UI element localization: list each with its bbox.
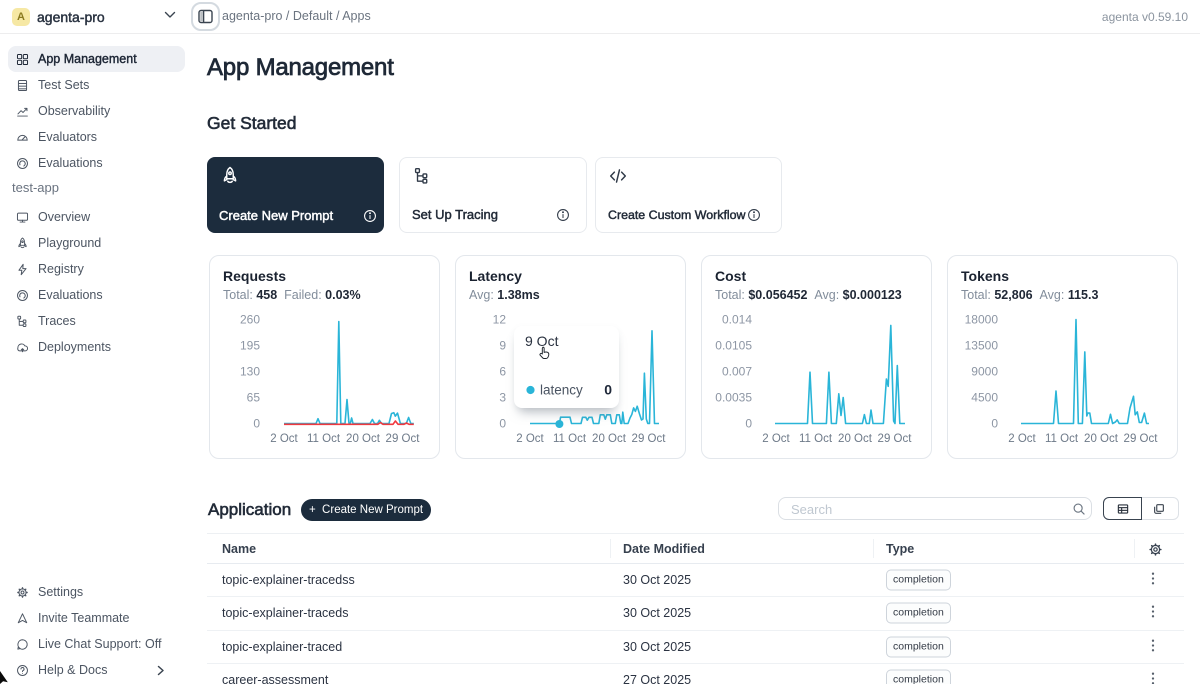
svg-text:0: 0 bbox=[499, 417, 506, 431]
svg-text:29 Oct: 29 Oct bbox=[1124, 433, 1159, 445]
svg-text:18000: 18000 bbox=[965, 313, 999, 327]
svg-text:9000: 9000 bbox=[971, 365, 998, 379]
svg-text:29 Oct: 29 Oct bbox=[386, 433, 421, 445]
svg-text:0: 0 bbox=[253, 417, 260, 431]
svg-text:29 Oct: 29 Oct bbox=[632, 433, 667, 445]
svg-text:0: 0 bbox=[991, 417, 998, 431]
svg-text:4500: 4500 bbox=[971, 391, 998, 405]
svg-text:65: 65 bbox=[247, 391, 261, 405]
svg-text:11 Oct: 11 Oct bbox=[553, 433, 587, 445]
svg-text:0: 0 bbox=[604, 382, 612, 398]
svg-text:20 Oct: 20 Oct bbox=[838, 433, 873, 445]
svg-text:2 Oct: 2 Oct bbox=[1008, 433, 1036, 445]
svg-text:130: 130 bbox=[240, 365, 260, 379]
svg-text:11 Oct: 11 Oct bbox=[307, 433, 341, 445]
svg-text:3: 3 bbox=[499, 391, 506, 405]
svg-text:2 Oct: 2 Oct bbox=[516, 433, 544, 445]
svg-text:0.0105: 0.0105 bbox=[715, 339, 752, 353]
svg-text:2 Oct: 2 Oct bbox=[762, 433, 790, 445]
svg-text:13500: 13500 bbox=[965, 339, 999, 353]
svg-text:0.0035: 0.0035 bbox=[715, 391, 752, 405]
svg-text:6: 6 bbox=[499, 365, 506, 379]
svg-text:9: 9 bbox=[499, 339, 506, 353]
svg-text:29 Oct: 29 Oct bbox=[878, 433, 913, 445]
svg-text:12: 12 bbox=[493, 313, 507, 327]
svg-text:260: 260 bbox=[240, 313, 260, 327]
svg-text:20 Oct: 20 Oct bbox=[1084, 433, 1119, 445]
svg-text:0: 0 bbox=[745, 417, 752, 431]
svg-text:latency: latency bbox=[540, 383, 583, 398]
svg-text:195: 195 bbox=[240, 339, 260, 353]
svg-text:20 Oct: 20 Oct bbox=[592, 433, 627, 445]
svg-text:0.007: 0.007 bbox=[722, 365, 752, 379]
svg-text:11 Oct: 11 Oct bbox=[799, 433, 833, 445]
svg-text:11 Oct: 11 Oct bbox=[1045, 433, 1079, 445]
svg-text:20 Oct: 20 Oct bbox=[346, 433, 381, 445]
svg-text:0.014: 0.014 bbox=[722, 313, 752, 327]
svg-text:2 Oct: 2 Oct bbox=[270, 433, 298, 445]
